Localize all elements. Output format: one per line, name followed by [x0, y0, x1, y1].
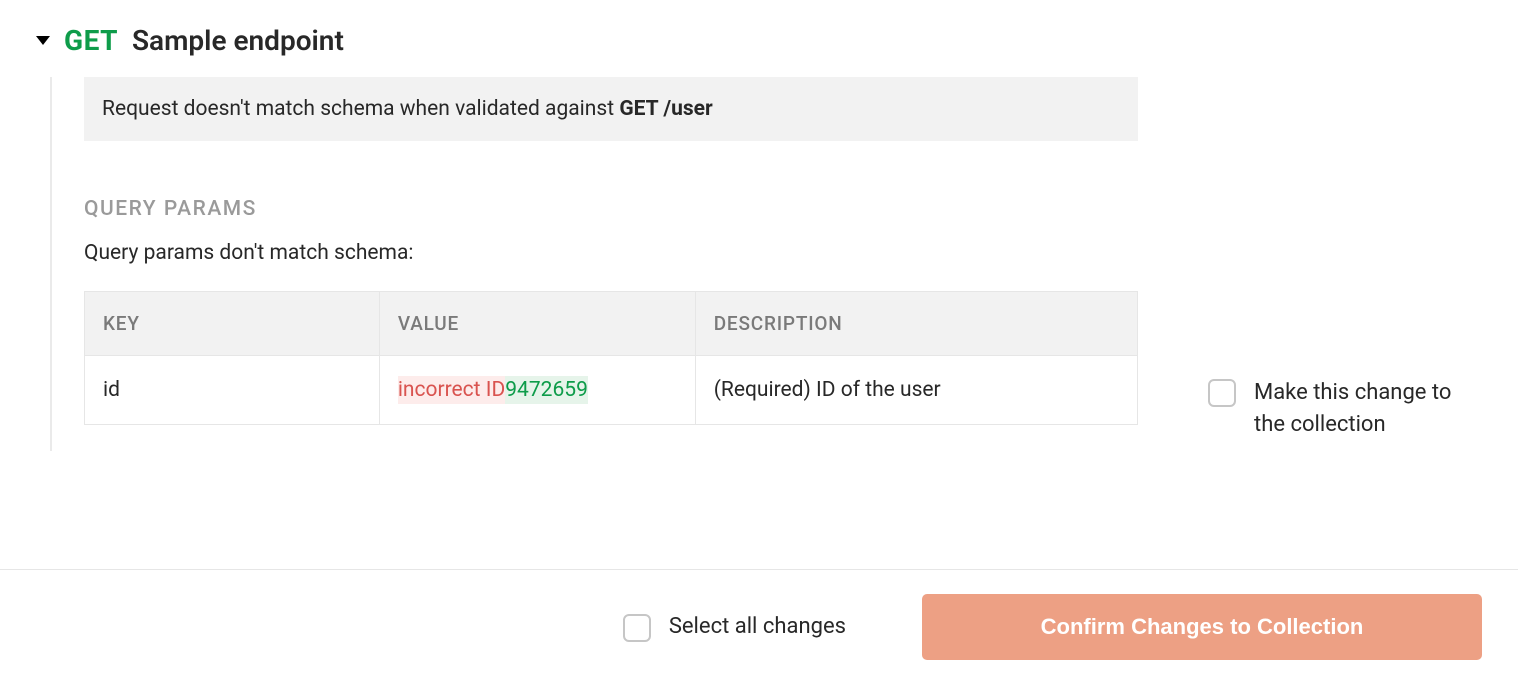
value-new: 9472659: [505, 376, 588, 404]
table-header-row: KEY VALUE DESCRIPTION: [85, 292, 1138, 356]
section-subtitle: Query params don't match schema:: [84, 241, 1138, 265]
validation-banner: Request doesn't match schema when valida…: [84, 77, 1138, 141]
collapse-caret-icon[interactable]: [36, 36, 50, 45]
banner-text: Request doesn't match schema when valida…: [102, 97, 619, 121]
make-change-label: Make this change to the collection: [1254, 377, 1464, 441]
banner-schema-ref: GET /user: [619, 97, 712, 121]
select-all-checkbox[interactable]: [623, 614, 651, 642]
select-all-label: Select all changes: [669, 611, 846, 643]
make-change-row: Make this change to the collection: [1208, 377, 1464, 441]
cell-key: id: [85, 356, 380, 425]
cell-value: incorrect ID9472659: [379, 356, 695, 425]
endpoint-header: GET Sample endpoint: [36, 24, 1482, 57]
make-change-checkbox[interactable]: [1208, 379, 1236, 407]
footer-bar: Select all changes Confirm Changes to Co…: [0, 569, 1518, 684]
col-header-key: KEY: [85, 292, 380, 356]
col-header-value: VALUE: [379, 292, 695, 356]
section-title: QUERY PARAMS: [84, 197, 1138, 221]
confirm-changes-button[interactable]: Confirm Changes to Collection: [922, 594, 1482, 660]
cell-description: (Required) ID of the user: [695, 356, 1137, 425]
http-method: GET: [64, 24, 118, 57]
col-header-description: DESCRIPTION: [695, 292, 1137, 356]
endpoint-name: Sample endpoint: [132, 24, 344, 57]
table-row: id incorrect ID9472659 (Required) ID of …: [85, 356, 1138, 425]
value-old: incorrect ID: [398, 376, 505, 404]
query-params-table: KEY VALUE DESCRIPTION id incorrect ID947…: [84, 291, 1138, 425]
select-all-row: Select all changes: [623, 611, 846, 643]
